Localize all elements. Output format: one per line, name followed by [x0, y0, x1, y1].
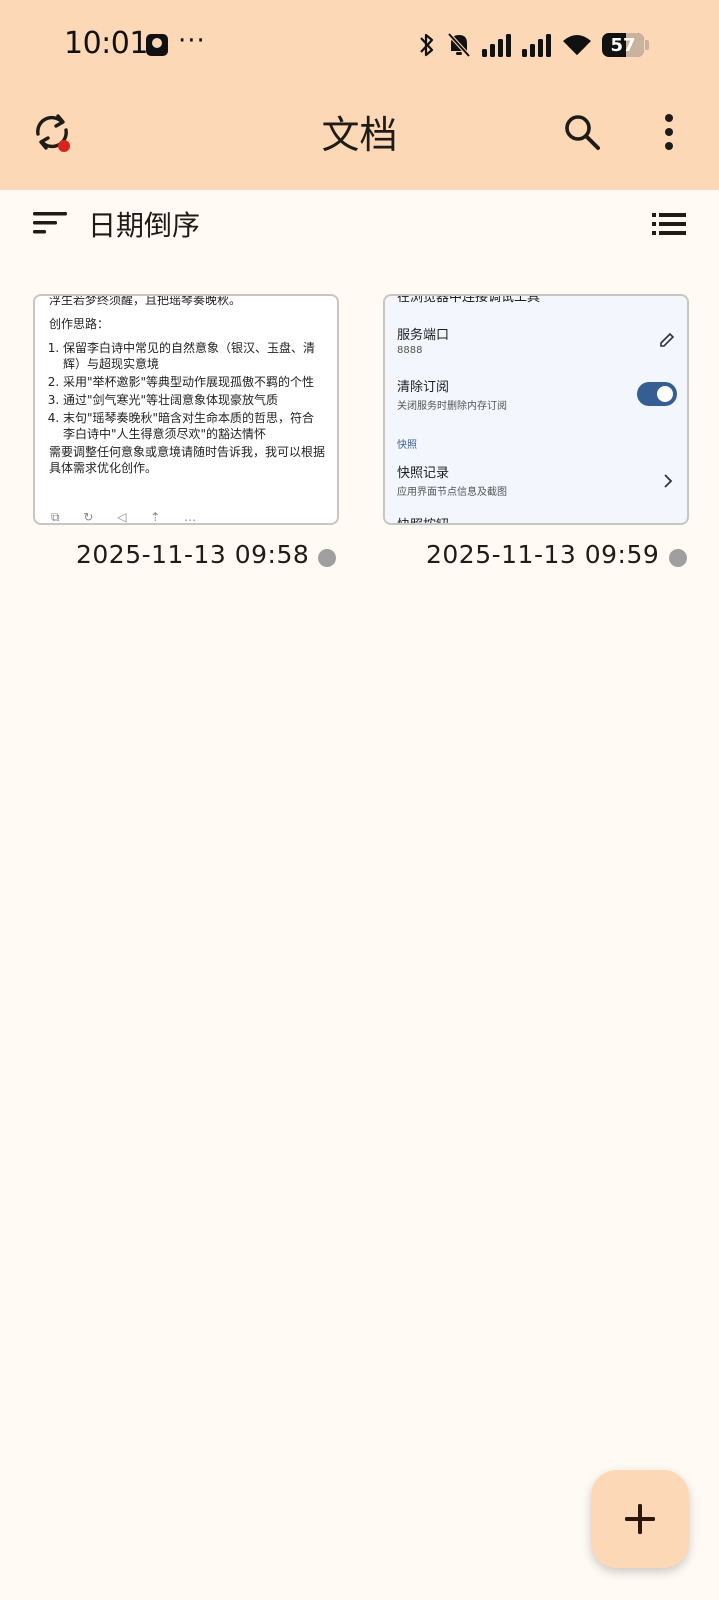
notification-app-icon [146, 34, 168, 56]
edit-icon [660, 332, 675, 347]
sort-icon[interactable] [33, 210, 67, 236]
status-icons: 57 [418, 28, 649, 62]
thumb-section-header: 快照 [397, 440, 417, 451]
thumb-list: 保留李白诗中常见的自然意象（银汉、玉盘、清辉）与超现实意境 采用"举杯邀影"等典… [49, 340, 325, 442]
battery-tip [645, 40, 649, 50]
signal-2-icon [522, 34, 551, 57]
battery-indicator: 57 [602, 33, 644, 57]
thumb-setting-row: 清除订阅 关闭服务时删除内存订阅 [397, 380, 507, 412]
thumb-list-item: 末句"瑶琴奏晚秋"暗含对生命本质的哲思，符合李白诗中"人生得意须尽欢"的豁达情怀 [63, 410, 325, 442]
sync-status-dot [669, 549, 687, 567]
thumb-line: 创作思路： [49, 317, 110, 331]
bell-muted-icon [447, 32, 471, 58]
thumb-setting-row: 快照记录 应用界面节点信息及截图 [397, 466, 507, 498]
thumb-list-item: 采用"举杯邀影"等典型动作展现孤傲不羁的个性 [63, 374, 325, 390]
document-card[interactable]: 在浏览器中连接调试工具 服务端口 8888 清除订阅 关闭服务时删除内存订阅 快… [383, 294, 689, 525]
status-time: 10:01 [64, 26, 148, 61]
thumb-line: 需要调整任何意象或意境请随时告诉我，我可以根据具体需求优化创作。 [49, 445, 326, 475]
sort-bar: 日期倒序 [0, 196, 719, 260]
sync-status-dot [318, 549, 336, 567]
thumb-list-item: 通过"剑气寒光"等壮阔意象体现豪放气质 [63, 392, 325, 408]
document-card[interactable]: 浮生若梦终须醒，且把瑶琴奏晚秋。 创作思路： 保留李白诗中常见的自然意象（银汉、… [33, 294, 339, 525]
wifi-icon [563, 35, 591, 55]
thumb-setting-row: 快照按钮 [397, 514, 675, 523]
thumb-line: 浮生若梦终须醒，且把瑶琴奏晚秋。 [49, 294, 242, 307]
sort-order-label[interactable]: 日期倒序 [88, 204, 200, 244]
search-icon[interactable] [562, 112, 602, 152]
thumb-toolbar-icons: ⧉ ↻ ◁ ⇡ … [51, 510, 207, 524]
bluetooth-icon [420, 33, 434, 57]
page-title: 文档 [321, 113, 398, 157]
thumb-setting-row: 在浏览器中连接调试工具 [397, 294, 541, 305]
app-bar: 10:01 ··· 57 文档 [0, 0, 719, 190]
thumb-setting-row: 服务端口 8888 [397, 328, 450, 356]
add-icon [625, 1504, 655, 1534]
more-vertical-icon[interactable] [652, 112, 686, 152]
chevron-right-icon [664, 474, 673, 488]
document-date: 2025-11-13 09:58 [76, 540, 310, 569]
document-thumbnail: 在浏览器中连接调试工具 服务端口 8888 清除订阅 关闭服务时删除内存订阅 快… [385, 296, 687, 523]
status-more-indicator: ··· [178, 26, 206, 56]
document-date: 2025-11-13 09:59 [426, 540, 660, 569]
list-view-icon[interactable] [652, 210, 686, 238]
thumb-list-item: 保留李白诗中常见的自然意象（银汉、玉盘、清辉）与超现实意境 [63, 340, 325, 372]
signal-1-icon [482, 34, 511, 57]
toggle-switch [637, 382, 677, 406]
document-thumbnail: 浮生若梦终须醒，且把瑶琴奏晚秋。 创作思路： 保留李白诗中常见的自然意象（银汉、… [49, 294, 326, 476]
add-document-button[interactable] [591, 1470, 689, 1568]
